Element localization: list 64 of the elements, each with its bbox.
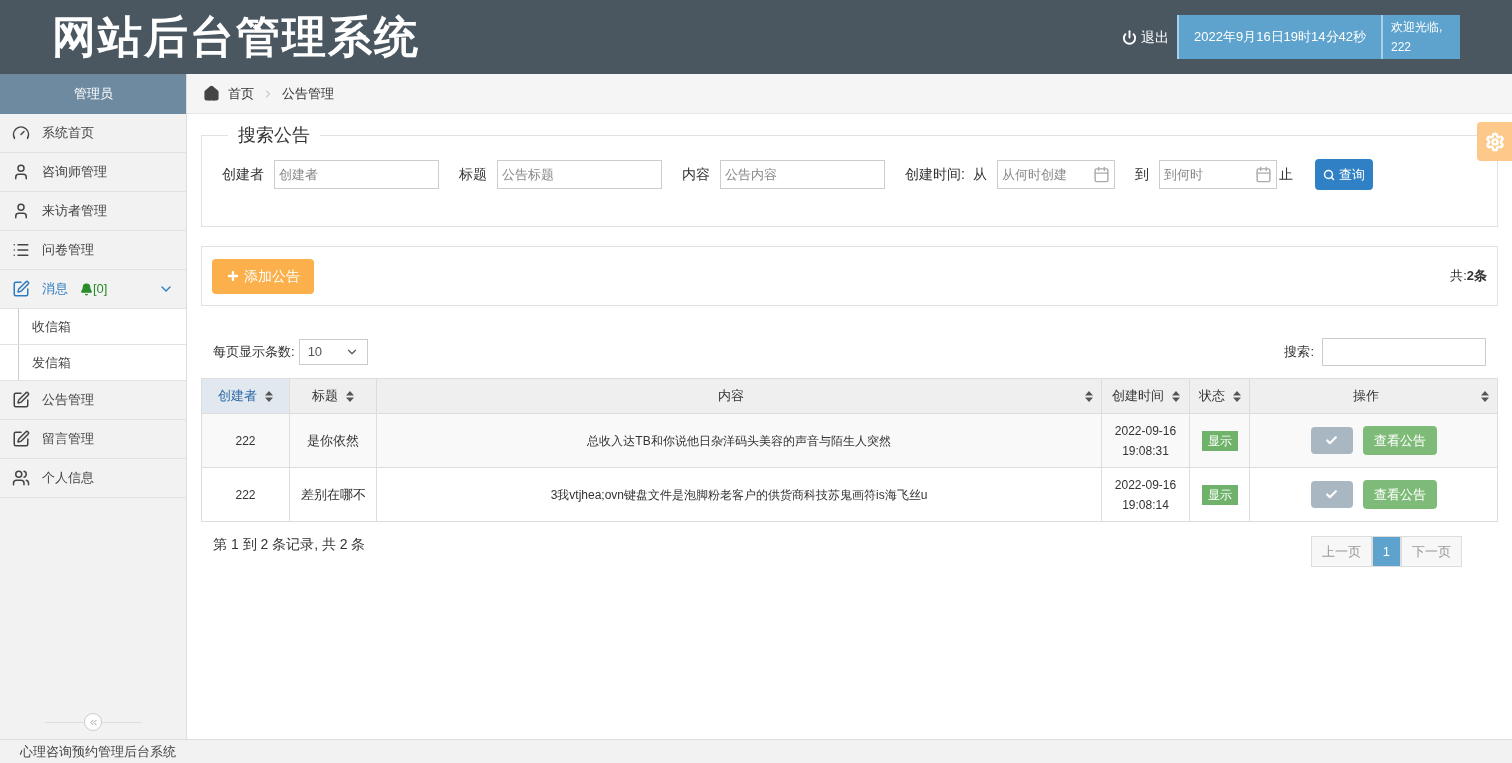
sidebar-item[interactable]: 来访者管理 [0, 192, 186, 231]
date-text: 2022-09-16 [1113, 476, 1178, 494]
date-text: 2022-09-16 [1113, 422, 1178, 440]
field-label: 创建时间: 从 [905, 165, 987, 184]
footer-text: 心理咨询预约管理后台系统 [20, 742, 176, 761]
date-field[interactable]: 从何时创建 [996, 160, 1115, 189]
status-badge: 显示 [1201, 484, 1238, 505]
query-button[interactable]: 查询 [1314, 159, 1373, 190]
logout-button[interactable]: 退出 [1122, 26, 1169, 48]
table-cell: 差别在哪不 [289, 467, 377, 522]
time-text: 19:08:14 [1121, 496, 1170, 514]
menu-label: 来访者管理 [42, 202, 107, 221]
field-label: 创建者 [222, 165, 264, 184]
date-field[interactable]: 到何时 [1158, 160, 1277, 189]
page-size-select[interactable]: 10 [298, 339, 368, 365]
time-text: 19:08:31 [1121, 442, 1170, 460]
sidebar-item[interactable]: 个人信息 [0, 459, 186, 498]
text-field[interactable]: 公告内容 [720, 160, 885, 189]
table-cell: 222 [201, 467, 290, 522]
breadcrumb-link[interactable]: 首页 [228, 83, 254, 104]
field-label: 标题 [459, 165, 487, 184]
message-count: [0] [93, 280, 108, 299]
datetime-label: 2022年9月16日19时14分42秒 [1177, 15, 1381, 59]
column-header[interactable]: 内容 [376, 378, 1102, 414]
table-cell: 是你依然 [289, 413, 377, 468]
menu-label: 消息 [42, 280, 68, 299]
column-header[interactable]: 创建时间 [1101, 378, 1190, 414]
page-size-label: 每页显示条数: [213, 343, 295, 362]
search-legend: 搜索公告 [228, 122, 320, 149]
text-field[interactable]: 公告标题 [497, 160, 662, 189]
column-header[interactable]: 操作 [1249, 378, 1498, 414]
records-info: 第 1 到 2 条记录, 共 2 条 [213, 535, 366, 554]
sidebar-item[interactable]: 留言管理 [0, 420, 186, 459]
site-title: 网站后台管理系统 [52, 10, 420, 64]
sidebar-item[interactable]: 咨询师管理 [0, 153, 186, 192]
breadcrumb-link[interactable]: 公告管理 [282, 83, 334, 104]
table-cell: 3我vtjhea;ovn键盘文件是泡脚粉老客户的供货商科技苏鬼画符is海飞丝u [376, 467, 1102, 522]
sidebar-item[interactable]: 系统首页 [0, 114, 186, 153]
column-header[interactable]: 创建者 [201, 378, 290, 414]
status-badge: 显示 [1201, 430, 1238, 451]
text-field[interactable]: 创建者 [274, 160, 439, 189]
sidebar-item[interactable]: 公告管理 [0, 381, 186, 420]
total-count: 2条 [1466, 267, 1487, 286]
column-header[interactable]: 标题 [289, 378, 377, 414]
menu-label: 个人信息 [42, 469, 94, 488]
user-name: 222 [1391, 39, 1413, 56]
column-header[interactable]: 状态 [1189, 378, 1250, 414]
total-label: 共: [1450, 267, 1467, 286]
search-label: 搜索: [1284, 343, 1314, 362]
menu-label: 留言管理 [42, 430, 94, 449]
table-cell: 222 [201, 413, 290, 468]
menu-label: 咨询师管理 [42, 163, 107, 182]
submenu-item[interactable]: 收信箱 [32, 316, 71, 337]
field-suffix: 止 [1278, 165, 1293, 184]
welcome-text: 欢迎光临, [1391, 19, 1444, 36]
field-label: 内容 [682, 165, 710, 184]
menu-label: 公告管理 [42, 391, 94, 410]
sidebar-item[interactable]: 问卷管理 [0, 231, 186, 270]
field-label: 到 [1134, 165, 1149, 184]
menu-label: 问卷管理 [42, 241, 94, 260]
menu-label: 系统首页 [42, 124, 94, 143]
submenu-item[interactable]: 发信箱 [32, 352, 71, 373]
sidebar-title: 管理员 [0, 74, 186, 114]
table-cell: 总收入达TB和你说他日杂洋码头美容的声音与陌生人突然 [376, 413, 1102, 468]
